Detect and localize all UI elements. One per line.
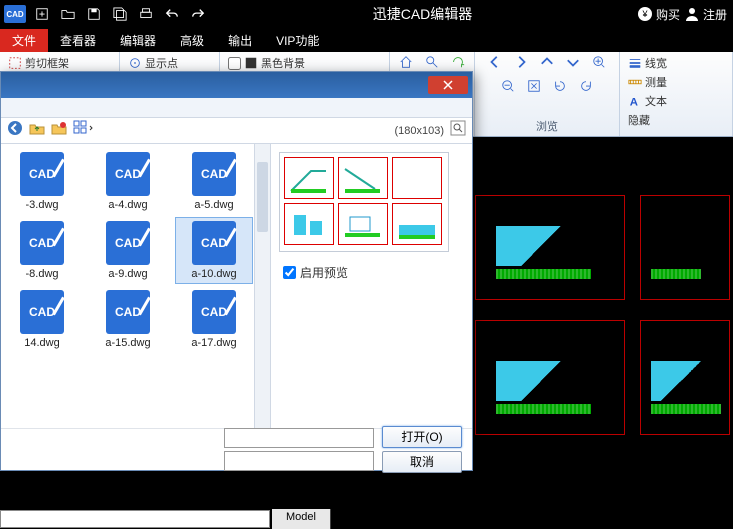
svg-text:A: A	[630, 96, 638, 108]
buy-label: 购买	[656, 6, 680, 23]
file-label: a-15.dwg	[105, 337, 150, 349]
cad-file-icon: CAD	[192, 221, 236, 265]
view-mode-icon[interactable]	[73, 120, 93, 141]
preview-dimensions: (180x103)	[394, 125, 444, 137]
file-label: -3.dwg	[25, 199, 58, 211]
nav-zoom-icon[interactable]	[423, 54, 441, 70]
group-browse-label: 浏览	[481, 118, 613, 136]
scrollbar[interactable]	[254, 144, 270, 428]
file-item[interactable]: CAD a-15.dwg	[89, 286, 167, 353]
file-label: a-4.dwg	[108, 199, 147, 211]
open-file-dialog: (180x103) CAD-3.dwgCADa-4.dwgCADa-5.dwgC…	[0, 71, 473, 471]
hide-button[interactable]: 隐藏	[626, 111, 726, 129]
file-item[interactable]: CAD a-9.dwg	[89, 217, 167, 284]
save-icon[interactable]	[84, 4, 104, 24]
file-label: a-10.dwg	[191, 268, 236, 280]
arrow-up-icon[interactable]	[538, 54, 556, 70]
file-item[interactable]: CAD a-4.dwg	[89, 148, 167, 215]
arrow-down-icon[interactable]	[564, 54, 582, 70]
drawing-thumb	[640, 195, 730, 300]
cad-file-icon: CAD	[106, 290, 150, 334]
text-button[interactable]: A文本	[626, 92, 726, 110]
rotate-right-icon[interactable]	[577, 78, 595, 94]
arrow-left-icon[interactable]	[486, 54, 504, 70]
cancel-button[interactable]: 取消	[382, 451, 462, 473]
tab-viewer[interactable]: 查看器	[48, 29, 108, 52]
preview-zoom-icon[interactable]	[450, 120, 466, 141]
close-button[interactable]	[428, 76, 468, 94]
redo-icon[interactable]	[188, 4, 208, 24]
cad-file-icon: CAD	[192, 152, 236, 196]
print-icon[interactable]	[136, 4, 156, 24]
command-input[interactable]	[0, 510, 270, 528]
cad-file-icon: CAD	[192, 290, 236, 334]
nav-refresh-icon[interactable]	[449, 54, 467, 70]
enable-preview-checkbox[interactable]: 启用预览	[283, 264, 464, 281]
file-label: a-5.dwg	[194, 199, 233, 211]
app-title: 迅捷CAD编辑器	[208, 4, 637, 24]
svg-text:¥: ¥	[641, 9, 648, 19]
drawing-thumb	[475, 195, 625, 300]
undo-icon[interactable]	[162, 4, 182, 24]
file-item[interactable]: CAD 14.dwg	[3, 286, 81, 353]
register-label: 注册	[703, 6, 727, 23]
cad-file-icon: CAD	[20, 152, 64, 196]
tab-output[interactable]: 输出	[216, 29, 264, 52]
drawing-thumb	[475, 320, 625, 435]
app-logo: CAD	[4, 5, 26, 23]
zoom-out-icon[interactable]	[499, 78, 517, 94]
linewidth-button[interactable]: 线宽	[626, 54, 726, 72]
tab-vip[interactable]: VIP功能	[264, 29, 331, 52]
file-item[interactable]: CAD -8.dwg	[3, 217, 81, 284]
buy-button[interactable]: ¥ 购买	[637, 6, 680, 23]
filename-combo[interactable]	[224, 428, 374, 448]
register-button[interactable]: 注册	[684, 6, 727, 23]
file-item[interactable]: CAD a-10.dwg	[175, 217, 253, 284]
path-bar[interactable]	[1, 98, 472, 118]
tab-advanced[interactable]: 高级	[168, 29, 216, 52]
new-icon[interactable]	[32, 4, 52, 24]
file-label: 14.dwg	[24, 337, 59, 349]
tab-file[interactable]: 文件	[0, 29, 48, 52]
preview-image	[279, 152, 449, 252]
measure-button[interactable]: 测量	[626, 73, 726, 91]
file-label: a-17.dwg	[191, 337, 236, 349]
open-button[interactable]: 打开(O)	[382, 426, 462, 448]
display-point-button[interactable]: 显示点	[126, 54, 180, 72]
cad-file-icon: CAD	[20, 290, 64, 334]
nav-home-icon[interactable]	[397, 54, 415, 70]
open-icon[interactable]	[58, 4, 78, 24]
zoom-extent-icon[interactable]	[525, 78, 543, 94]
black-bg-button[interactable]: 黑色背景	[226, 54, 307, 72]
arrow-right-icon[interactable]	[512, 54, 530, 70]
cut-frame-button[interactable]: 剪切框架	[6, 54, 71, 72]
filetype-combo[interactable]	[224, 451, 374, 471]
back-icon[interactable]	[7, 120, 23, 141]
cad-file-icon: CAD	[20, 221, 64, 265]
file-item[interactable]: CAD -3.dwg	[3, 148, 81, 215]
file-label: -8.dwg	[25, 268, 58, 280]
file-label: a-9.dwg	[108, 268, 147, 280]
rotate-left-icon[interactable]	[551, 78, 569, 94]
cad-file-icon: CAD	[106, 152, 150, 196]
zoom-in-icon[interactable]	[590, 54, 608, 70]
file-item[interactable]: CAD a-5.dwg	[175, 148, 253, 215]
cad-file-icon: CAD	[106, 221, 150, 265]
drawing-thumb	[640, 320, 730, 435]
new-folder-icon[interactable]	[51, 120, 67, 141]
tab-editor[interactable]: 编辑器	[108, 29, 168, 52]
file-item[interactable]: CAD a-17.dwg	[175, 286, 253, 353]
saveall-icon[interactable]	[110, 4, 130, 24]
up-folder-icon[interactable]	[29, 120, 45, 141]
tab-model[interactable]: Model	[272, 509, 331, 529]
